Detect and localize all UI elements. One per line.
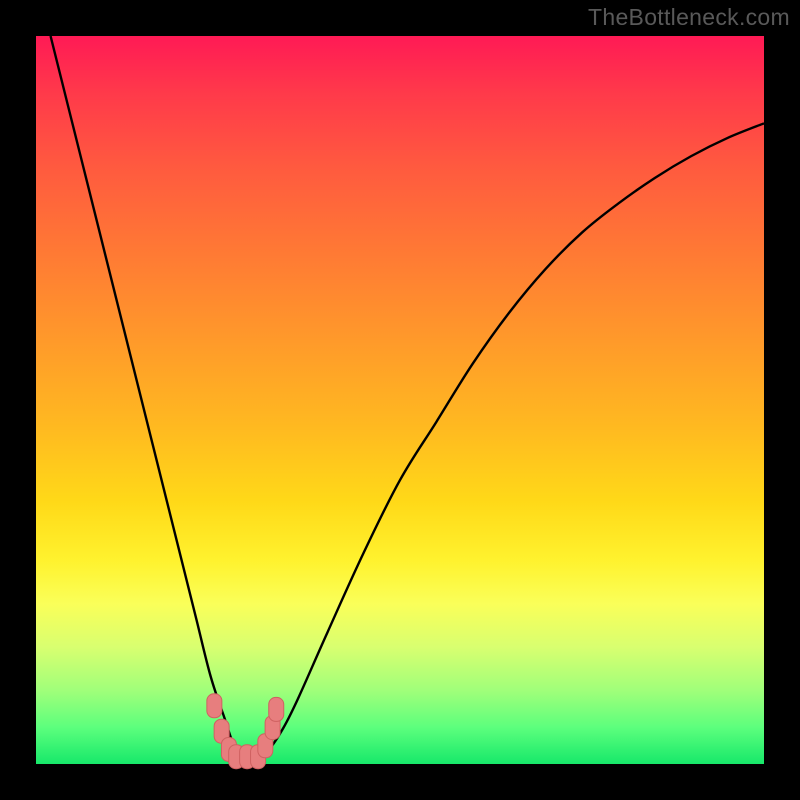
curve-marker — [269, 697, 284, 721]
watermark-text: TheBottleneck.com — [588, 4, 790, 31]
chart-frame: TheBottleneck.com — [0, 0, 800, 800]
curve-marker — [207, 694, 222, 718]
chart-plot-area — [36, 36, 764, 764]
chart-svg — [36, 36, 764, 764]
bottleneck-curve — [51, 36, 764, 761]
curve-markers — [207, 694, 284, 769]
